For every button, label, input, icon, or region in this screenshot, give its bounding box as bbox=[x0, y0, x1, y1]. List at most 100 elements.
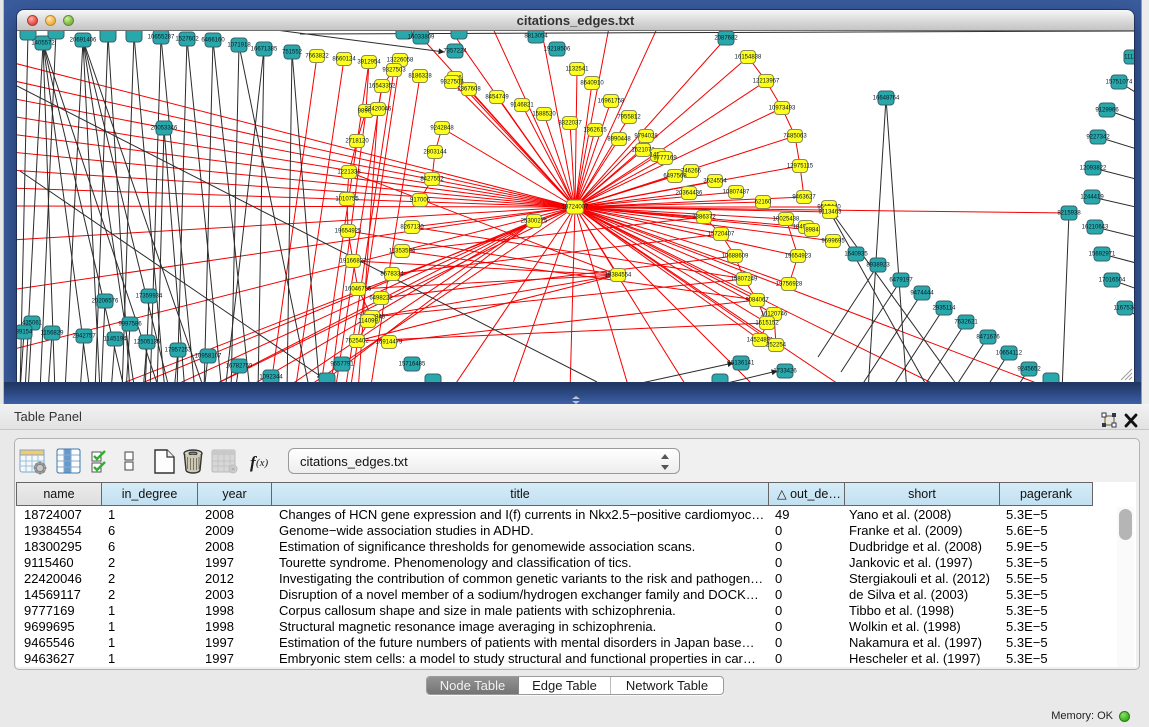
svg-text:16671385: 16671385 bbox=[251, 47, 278, 53]
svg-text:8938923: 8938923 bbox=[866, 263, 890, 269]
svg-text:16961758: 16961758 bbox=[598, 99, 625, 105]
svg-text:20364436: 20364436 bbox=[676, 191, 703, 197]
svg-text:1244419: 1244419 bbox=[1080, 195, 1104, 201]
svg-text:8640910: 8640910 bbox=[580, 81, 604, 87]
svg-text:13226058: 13226058 bbox=[387, 58, 414, 64]
svg-text:9699695: 9699695 bbox=[821, 239, 845, 245]
svg-text:12975115: 12975115 bbox=[787, 164, 814, 170]
svg-text:9463627: 9463627 bbox=[792, 195, 816, 201]
svg-text:7357224: 7357224 bbox=[443, 49, 467, 55]
svg-text:1156829: 1156829 bbox=[41, 331, 65, 337]
svg-text:10655287: 10655287 bbox=[148, 35, 175, 41]
svg-text:9227342: 9227342 bbox=[1086, 135, 1110, 141]
svg-text:9794028: 9794028 bbox=[634, 134, 658, 140]
svg-text:8215938: 8215938 bbox=[1057, 211, 1081, 217]
svg-text:1071918: 1071918 bbox=[227, 43, 251, 49]
svg-text:15716485: 15716485 bbox=[399, 362, 426, 368]
svg-text:9242848: 9242848 bbox=[430, 126, 454, 132]
svg-text:7386372: 7386372 bbox=[692, 215, 716, 221]
svg-text:15751074: 15751074 bbox=[1106, 80, 1133, 86]
svg-text:1527602: 1527602 bbox=[175, 37, 199, 43]
svg-text:17359934: 17359934 bbox=[136, 294, 163, 300]
svg-text:1733426: 1733426 bbox=[773, 369, 797, 375]
svg-text:8267130: 8267130 bbox=[400, 225, 424, 231]
svg-text:1615152: 1615152 bbox=[755, 321, 779, 327]
svg-text:10688609: 10688609 bbox=[722, 254, 749, 260]
svg-text:9327503: 9327503 bbox=[382, 68, 406, 74]
svg-text:1132541: 1132541 bbox=[566, 67, 590, 73]
svg-text:1145194: 1145194 bbox=[104, 337, 128, 343]
svg-text:19218506: 19218506 bbox=[544, 47, 571, 53]
svg-text:19654923: 19654923 bbox=[785, 254, 812, 260]
svg-text:17016504: 17016504 bbox=[1099, 278, 1126, 284]
svg-text:39154: 39154 bbox=[17, 330, 33, 336]
svg-text:2087682: 2087682 bbox=[714, 36, 738, 42]
svg-text:16782759: 16782759 bbox=[226, 364, 253, 370]
svg-text:12505135: 12505135 bbox=[134, 340, 161, 346]
svg-text:(x): (x) bbox=[256, 457, 269, 469]
svg-text:2718120: 2718120 bbox=[345, 139, 369, 145]
svg-text:11123: 11123 bbox=[1124, 55, 1134, 61]
svg-text:12093822: 12093822 bbox=[1080, 166, 1107, 172]
svg-text:9474444: 9474444 bbox=[910, 291, 934, 297]
svg-text:15807249: 15807249 bbox=[731, 277, 758, 283]
svg-text:8813054: 8813054 bbox=[524, 34, 548, 40]
svg-text:8186328: 8186328 bbox=[408, 74, 432, 80]
svg-text:15136141: 15136141 bbox=[728, 361, 755, 367]
svg-text:2803144: 2803144 bbox=[423, 150, 447, 156]
svg-text:19166827: 19166827 bbox=[340, 259, 367, 265]
svg-text:114099: 114099 bbox=[358, 319, 378, 325]
svg-text:16154838: 16154838 bbox=[735, 55, 762, 61]
svg-text:3912954: 3912954 bbox=[357, 60, 381, 66]
svg-text:8990448: 8990448 bbox=[607, 137, 631, 143]
svg-text:8984: 8984 bbox=[805, 228, 819, 234]
svg-text:917006: 917006 bbox=[410, 198, 431, 204]
svg-text:16210643: 16210643 bbox=[1082, 225, 1109, 231]
svg-text:16046755: 16046755 bbox=[345, 287, 372, 293]
svg-text:20053346: 20053346 bbox=[151, 126, 178, 132]
svg-text:10958107: 10958107 bbox=[195, 354, 222, 360]
svg-text:9657791: 9657791 bbox=[330, 362, 354, 368]
svg-text:8660124: 8660124 bbox=[332, 57, 356, 63]
svg-text:1010755: 1010755 bbox=[335, 197, 359, 203]
svg-text:2367608: 2367608 bbox=[457, 87, 481, 93]
svg-text:19756928: 19756928 bbox=[776, 282, 803, 288]
svg-text:1588520: 1588520 bbox=[532, 112, 556, 118]
svg-text:10973493: 10973493 bbox=[769, 106, 796, 112]
svg-text:751552: 751552 bbox=[282, 50, 303, 56]
svg-text:7663822: 7663822 bbox=[305, 54, 329, 60]
svg-text:6479197: 6479197 bbox=[889, 278, 913, 284]
svg-text:15720407: 15720407 bbox=[708, 232, 735, 238]
svg-text:16543352: 16543352 bbox=[369, 84, 396, 90]
svg-text:20691406: 20691406 bbox=[70, 38, 97, 44]
svg-text:22420046: 22420046 bbox=[365, 107, 392, 113]
svg-text:9113463: 9113463 bbox=[819, 210, 843, 216]
svg-text:6498222: 6498222 bbox=[369, 296, 393, 302]
svg-text:7625402: 7625402 bbox=[345, 339, 369, 345]
svg-text:8427552: 8427552 bbox=[420, 177, 444, 183]
svg-text:11353594: 11353594 bbox=[389, 249, 416, 255]
svg-text:2942757: 2942757 bbox=[72, 334, 96, 340]
svg-text:25300275: 25300275 bbox=[521, 219, 548, 225]
svg-text:6466160: 6466160 bbox=[201, 38, 225, 44]
svg-text:1405572: 1405572 bbox=[31, 41, 55, 47]
svg-text:9146821: 9146821 bbox=[510, 103, 534, 109]
svg-text:16648764: 16648764 bbox=[873, 96, 900, 102]
svg-text:1640935: 1640935 bbox=[844, 252, 868, 258]
svg-text:6497568: 6497568 bbox=[663, 174, 687, 180]
svg-text:15692971: 15692971 bbox=[1089, 252, 1116, 258]
svg-text:62160: 62160 bbox=[755, 200, 772, 206]
svg-text:16914479: 16914479 bbox=[376, 340, 403, 346]
svg-text:252254: 252254 bbox=[766, 343, 787, 349]
svg-text:9997586: 9997586 bbox=[118, 322, 142, 328]
svg-text:10654112: 10654112 bbox=[996, 351, 1023, 357]
svg-text:1167534: 1167534 bbox=[1114, 306, 1134, 312]
svg-text:9777169: 9777169 bbox=[653, 156, 677, 162]
svg-text:1221338: 1221338 bbox=[337, 170, 361, 176]
svg-text:10807487: 10807487 bbox=[723, 190, 750, 196]
svg-text:10025438: 10025438 bbox=[773, 217, 800, 223]
svg-text:1092344: 1092344 bbox=[259, 375, 283, 381]
svg-text:8454749: 8454749 bbox=[485, 95, 509, 101]
svg-text:8471676: 8471676 bbox=[976, 335, 1000, 341]
svg-text:12213967: 12213967 bbox=[753, 79, 780, 85]
